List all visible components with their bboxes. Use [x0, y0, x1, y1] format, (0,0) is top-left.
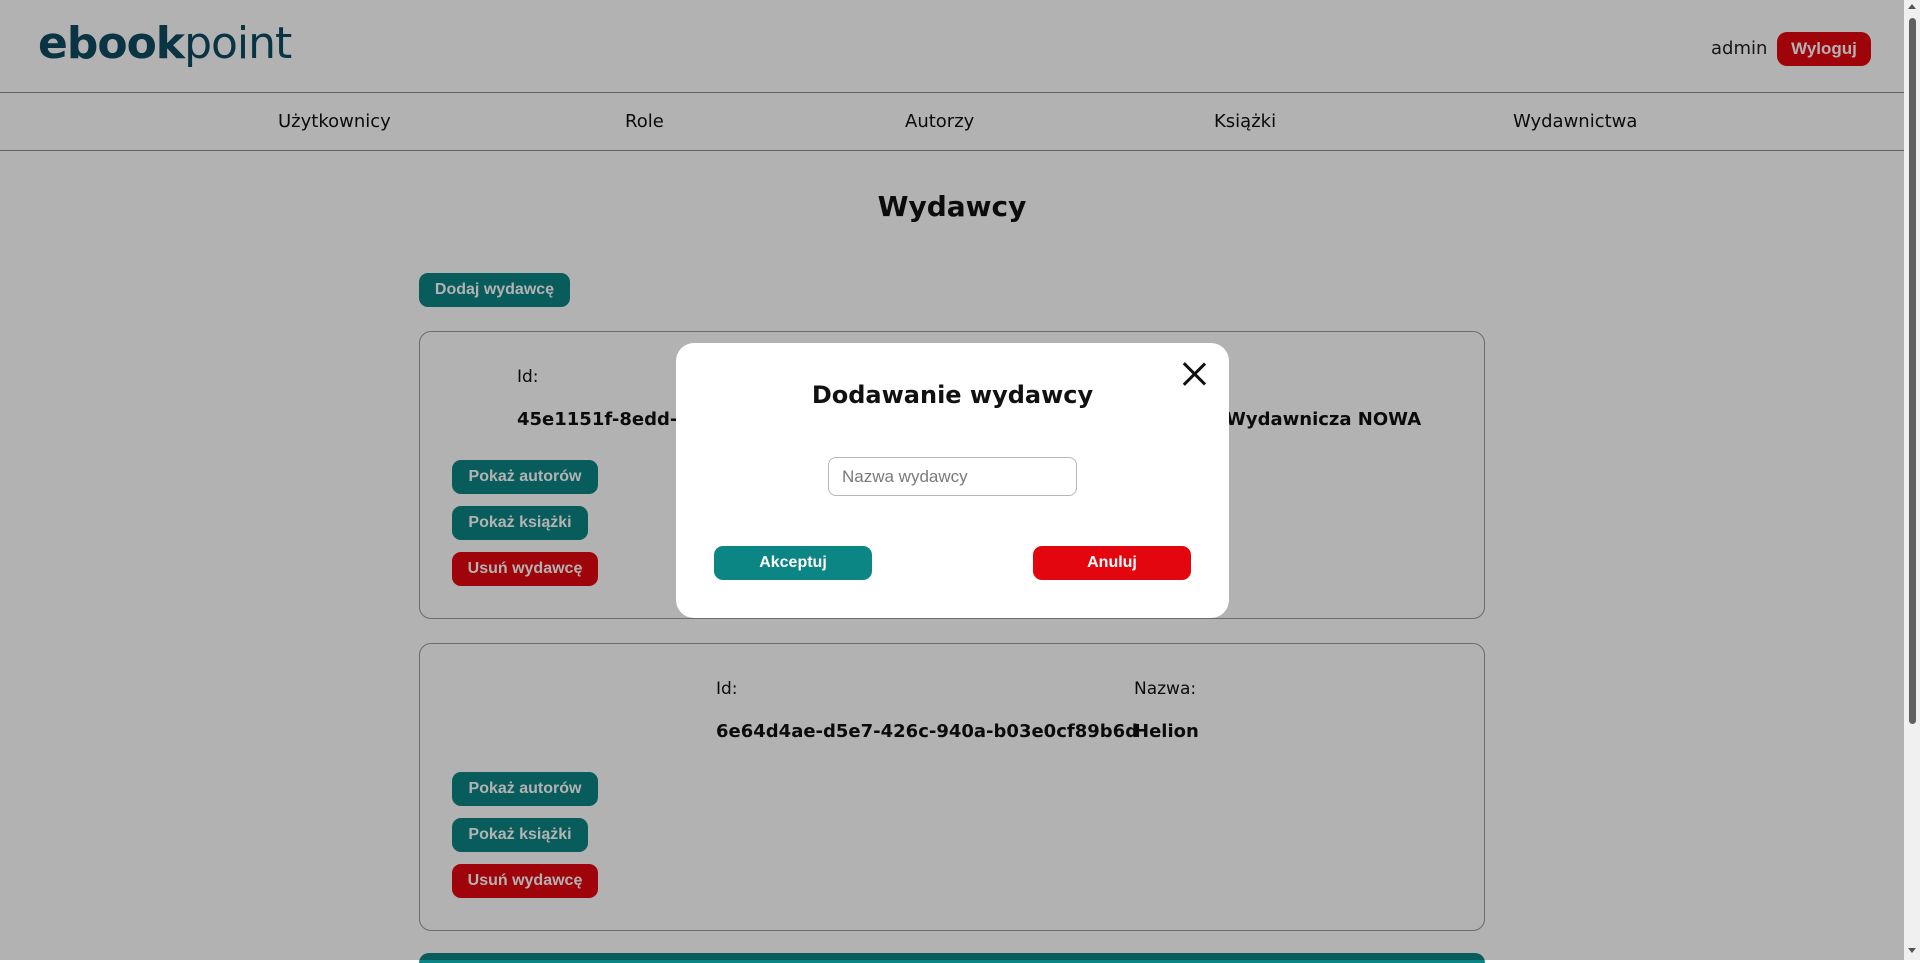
publisher-name-input[interactable] [828, 457, 1077, 496]
dialog-title: Dodawanie wydawcy [811, 381, 1094, 409]
scrollbar-thumb[interactable] [1909, 18, 1916, 724]
scroll-up-icon[interactable] [1908, 4, 1916, 9]
cancel-button[interactable]: Anuluj [1033, 546, 1191, 580]
close-icon[interactable] [1181, 361, 1207, 387]
scroll-down-icon[interactable] [1908, 948, 1916, 953]
accept-button[interactable]: Akceptuj [714, 546, 872, 580]
add-publisher-dialog: Dodawanie wydawcy Akceptuj Anuluj [676, 343, 1229, 618]
